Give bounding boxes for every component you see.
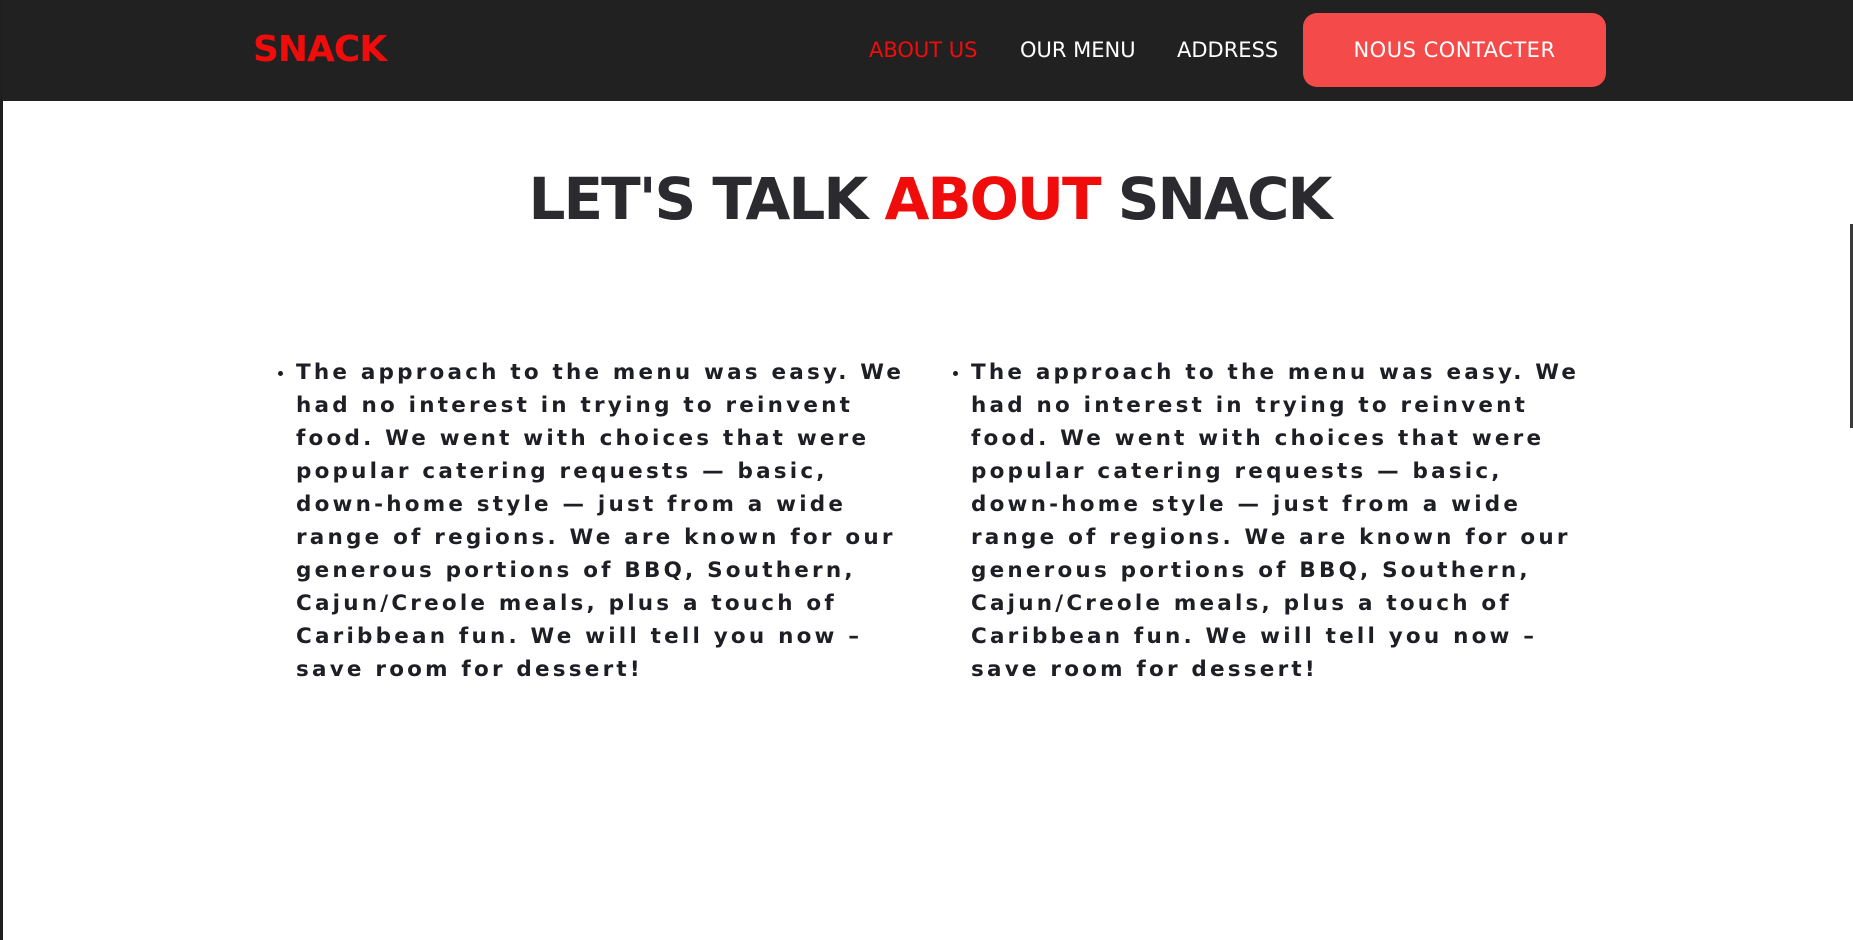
contact-button[interactable]: NOUS CONTACTER (1303, 13, 1606, 87)
site-logo[interactable]: SNACK (253, 26, 387, 74)
about-column-left: The approach to the menu was easy. We ha… (278, 356, 918, 686)
heading-prefix: LET'S TALK (528, 164, 869, 233)
heading-accent: ABOUT (884, 164, 1101, 233)
about-text-left: The approach to the menu was easy. We ha… (278, 356, 918, 686)
about-text-right: The approach to the menu was easy. We ha… (953, 356, 1593, 686)
page: SNACK ABOUT US OUR MENU ADDRESS NOUS CON… (0, 0, 1853, 940)
nav-link-address[interactable]: ADDRESS (1177, 36, 1278, 64)
heading-suffix: SNACK (1117, 164, 1333, 233)
top-navigation-bar: SNACK ABOUT US OUR MENU ADDRESS NOUS CON… (3, 0, 1853, 101)
about-column-right: The approach to the menu was easy. We ha… (953, 356, 1593, 686)
nav-link-about-us[interactable]: ABOUT US (869, 36, 978, 64)
nav-link-our-menu[interactable]: OUR MENU (1020, 36, 1136, 64)
section-heading: LET'S TALK ABOUT SNACK (3, 159, 1853, 239)
